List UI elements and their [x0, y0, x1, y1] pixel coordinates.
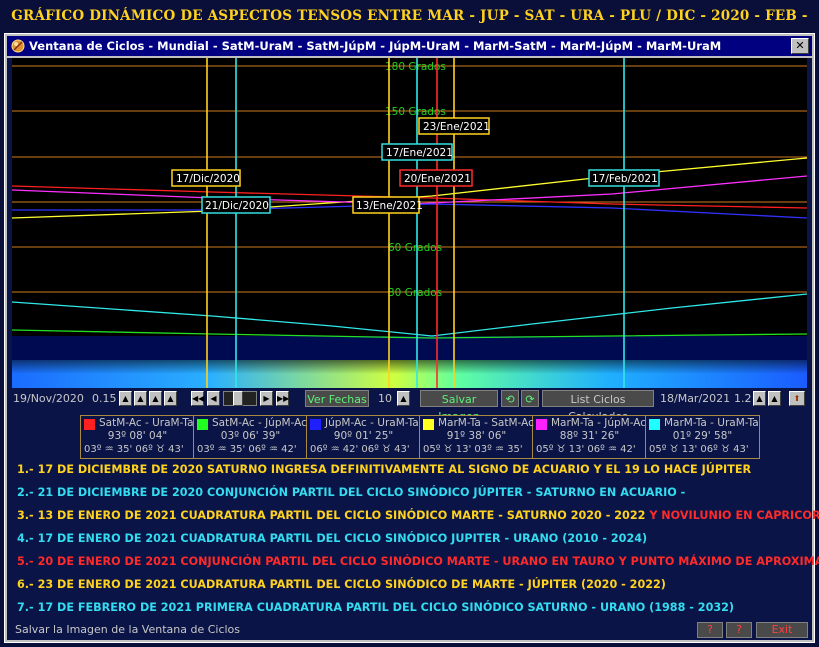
- legend-pos: 05º ♉ 13': [649, 444, 698, 455]
- redo-icon[interactable]: ⟳: [521, 390, 539, 407]
- legend-pos: 03º ♒ 35': [84, 444, 133, 455]
- date-label-20ene: 20/Ene/2021: [399, 169, 473, 187]
- close-button[interactable]: ✕: [791, 38, 809, 54]
- date-label-23ene: 23/Ene/2021: [418, 117, 490, 135]
- home-icon[interactable]: ⬆: [789, 391, 805, 406]
- svg-text:17/Dic/2020: 17/Dic/2020: [176, 173, 240, 185]
- step-spin-4[interactable]: ▲: [164, 391, 177, 406]
- note-2: 2.- 21 DE DICIEMBRE DE 2020 CONJUNCIÓN P…: [17, 486, 686, 499]
- help-button-2[interactable]: ?: [726, 622, 752, 638]
- undo-icon[interactable]: ⟲: [501, 390, 519, 407]
- note-3: 3.- 13 DE ENERO DE 2021 CUADRATURA PARTI…: [17, 509, 819, 522]
- legend-swatch: [310, 419, 321, 430]
- step-spin-2[interactable]: ▲: [134, 391, 147, 406]
- zoom-spin-2[interactable]: ▲: [768, 391, 781, 406]
- page-banner: GRÁFICO DINÁMICO DE ASPECTOS TENSOS ENTR…: [0, 0, 819, 57]
- date-label-17feb: 17/Feb/2021: [588, 169, 660, 187]
- help-button-1[interactable]: ?: [697, 622, 723, 638]
- legend-pos: 06º ♒ 42': [310, 444, 359, 455]
- legend-pos: 06º ♉ 43': [700, 444, 749, 455]
- legend-name: JúpM-Ac - UraM-Ta: [325, 417, 419, 429]
- gradient-band-shade: [12, 360, 807, 388]
- legend-pos: 06º ♒ 42': [587, 444, 636, 455]
- note-5: 5.- 20 DE ENERO DE 2021 CONJUNCIÓN PARTI…: [17, 555, 819, 568]
- next-button[interactable]: ▶: [260, 391, 273, 406]
- legend-swatch: [84, 419, 95, 430]
- legend-name: MarM-Ta - UraM-Ta: [664, 417, 759, 429]
- legend-pos: 03º ♒ 35': [197, 444, 246, 455]
- window-title: Ventana de Ciclos - Mundial - SatM-UraM …: [29, 39, 722, 53]
- legend-swatch: [649, 419, 660, 430]
- exit-button[interactable]: Exit: [756, 622, 808, 638]
- status-bar: Salvar la Imagen de la Ventana de Ciclos…: [7, 620, 812, 640]
- count-value: 10: [378, 392, 392, 405]
- legend-item: JúpM-Ac - UraM-Ta 90º 01' 25" 06º ♒ 42' …: [307, 416, 420, 458]
- cycles-window: Ventana de Ciclos - Mundial - SatM-UraM …: [4, 33, 819, 643]
- zoom-spin-1[interactable]: ▲: [753, 391, 766, 406]
- legend-pos: 03º ♒ 35': [474, 444, 523, 455]
- svg-text:13/Ene/2021: 13/Ene/2021: [356, 200, 423, 212]
- gridline-label: 60 Grados: [388, 242, 442, 254]
- count-spin[interactable]: ▲: [397, 391, 410, 406]
- legend-pos: 06º ♉ 43': [135, 444, 184, 455]
- prev-button[interactable]: ◀: [207, 391, 220, 406]
- legend-name: MarM-Ta - SatM-Ac: [438, 417, 534, 429]
- legend-item: MarM-Ta - UraM-Ta 01º 29' 58" 05º ♉ 13' …: [646, 416, 759, 458]
- aspect-legend: SatM-Ac - UraM-Ta 93º 08' 04" 03º ♒ 35' …: [80, 415, 760, 459]
- legend-pos: 05º ♉ 13': [423, 444, 472, 455]
- note-7: 7.- 17 DE FEBRERO DE 2021 PRIMERA CUADRA…: [17, 601, 735, 614]
- legend-item: MarM-Ta - JúpM-Ac 88º 31' 26" 05º ♉ 13' …: [533, 416, 646, 458]
- zoom-value: 1.2: [734, 392, 752, 405]
- list-ciclos-button[interactable]: List Ciclos Calculados: [542, 390, 654, 423]
- svg-text:17/Feb/2021: 17/Feb/2021: [592, 173, 658, 185]
- date-label-17dic: 17/Dic/2020: [171, 169, 241, 187]
- legend-angle: 88º 31' 26": [559, 430, 620, 442]
- svg-text:23/Ene/2021: 23/Ene/2021: [423, 121, 490, 133]
- note-4: 4.- 17 DE ENERO DE 2021 CUADRATURA PARTI…: [17, 532, 648, 545]
- scroll-thumb[interactable]: [233, 391, 243, 406]
- legend-angle: 03º 06' 39": [220, 430, 281, 442]
- client-area: 180 Grados 150 Grados 60 Grados 30 Grado…: [7, 58, 819, 640]
- status-text: Salvar la Imagen de la Ventana de Ciclos: [15, 623, 241, 636]
- note-1: 1.- 17 DE DICIEMBRE DE 2020 SATURNO INGR…: [17, 463, 752, 476]
- legend-swatch: [536, 419, 547, 430]
- gridline-label: 30 Grados: [388, 287, 442, 299]
- legend-name: SatM-Ac - UraM-Ta: [99, 417, 194, 429]
- svg-text:17/Ene/2021: 17/Ene/2021: [386, 147, 453, 159]
- note-6: 6.- 23 DE ENERO DE 2021 CUADRATURA PARTI…: [17, 578, 666, 591]
- legend-name: SatM-Ac - JúpM-Ac: [212, 417, 307, 429]
- legend-name: MarM-Ta - JúpM-Ac: [551, 417, 647, 429]
- end-date: 18/Mar/2021: [660, 392, 731, 405]
- step-spin-3[interactable]: ▲: [149, 391, 162, 406]
- legend-swatch: [423, 419, 434, 430]
- salvar-imagen-button[interactable]: Salvar Imagen: [420, 390, 498, 423]
- legend-item: MarM-Ta - SatM-Ac 91º 38' 06" 05º ♉ 13' …: [420, 416, 534, 458]
- date-label-13ene: 13/Ene/2021: [352, 196, 423, 214]
- date-label-21dic: 21/Dic/2020: [201, 196, 271, 214]
- svg-text:21/Dic/2020: 21/Dic/2020: [205, 200, 269, 212]
- legend-item: SatM-Ac - JúpM-Ac 03º 06' 39" 03º ♒ 35' …: [194, 416, 307, 458]
- cycles-chart: 180 Grados 150 Grados 60 Grados 30 Grado…: [12, 58, 807, 388]
- start-date: 19/Nov/2020: [13, 392, 84, 405]
- legend-angle: 93º 08' 04": [107, 430, 168, 442]
- title-bar: Ventana de Ciclos - Mundial - SatM-UraM …: [7, 36, 812, 56]
- legend-swatch: [197, 419, 208, 430]
- last-button[interactable]: ▶▶: [276, 391, 289, 406]
- legend-pos: 05º ♉ 13': [536, 444, 585, 455]
- legend-angle: 90º 01' 25": [333, 430, 394, 442]
- ver-fechas-button[interactable]: Ver Fechas: [305, 390, 369, 407]
- legend-item: SatM-Ac - UraM-Ta 93º 08' 04" 03º ♒ 35' …: [81, 416, 194, 458]
- svg-text:20/Ene/2021: 20/Ene/2021: [404, 173, 471, 185]
- chart-toolbar: 19/Nov/2020 0.15 ▲ ▲ ▲ ▲ ◀◀ ◀ ▶ ▶▶ Ver F…: [7, 388, 812, 423]
- first-button[interactable]: ◀◀: [191, 391, 204, 406]
- step-spin-1[interactable]: ▲: [119, 391, 132, 406]
- app-icon: [11, 39, 25, 53]
- legend-angle: 01º 29' 58": [672, 430, 733, 442]
- legend-pos: 06º ♒ 42': [248, 444, 297, 455]
- date-label-17ene: 17/Ene/2021: [381, 143, 453, 161]
- step-value: 0.15: [92, 392, 117, 405]
- legend-angle: 91º 38' 06": [446, 430, 507, 442]
- legend-pos: 06º ♉ 43': [361, 444, 410, 455]
